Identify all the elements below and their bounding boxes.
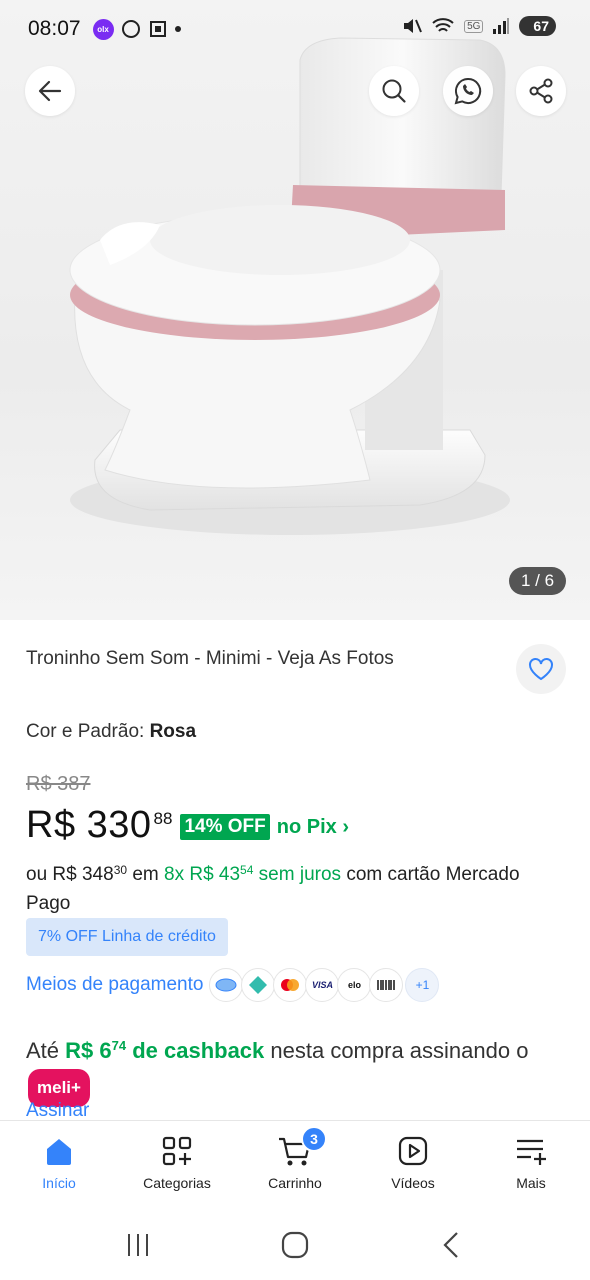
olx-app-icon: olx [92,18,114,40]
search-icon [382,79,406,103]
cart-count-badge: 3 [301,1126,327,1152]
nav-label-categories: Categorias [143,1175,211,1191]
back-button[interactable] [25,66,75,116]
variant-selector[interactable]: Cor e Padrão: Rosa [26,721,196,743]
back-system-icon[interactable] [437,1230,467,1260]
network-type-badge: 5G [464,19,484,33]
pix-link[interactable]: no Pix › [277,816,349,839]
discount-badge: 14% OFF [180,814,270,840]
payment-methods-row[interactable]: Meios de pagamento VISA elo +1 [26,968,440,1002]
installments-connector: em [127,864,164,885]
more-notifications-icon [174,26,181,32]
variant-value: Rosa [149,721,197,742]
nav-item-categories[interactable]: Categorias [118,1121,236,1210]
bottom-navigation: Início Categorias 3 Carrinho Vídeos Mais [0,1120,590,1210]
nav-item-cart[interactable]: 3 Carrinho [236,1121,354,1210]
share-button[interactable] [516,66,566,116]
elo-icon: elo [337,968,372,1002]
installments-total-cents: 30 [113,863,128,877]
nav-label-videos: Vídeos [391,1175,435,1191]
installments-count: 8x R$ 43 [164,864,241,885]
image-counter: 1 / 6 [509,567,567,595]
boleto-icon [369,968,404,1002]
video-icon [398,1136,428,1166]
battery-indicator: 67 [519,16,556,36]
nav-item-videos[interactable]: Vídeos [354,1121,472,1210]
nav-item-home[interactable]: Início [0,1121,118,1210]
heart-icon [529,658,553,681]
product-image[interactable] [0,0,590,620]
nav-label-more: Mais [516,1175,546,1191]
whatsapp-icon [454,77,482,105]
installments-text: ou R$ 34830 em 8x R$ 4354 sem juros com … [26,856,566,918]
search-button[interactable] [369,66,419,116]
installments-total: ou R$ 348 [26,864,114,885]
status-bar: 08:07 olx 5G 67 [0,0,590,58]
whatsapp-button[interactable] [443,66,493,116]
price-row: R$ 330 88 14% OFF no Pix › [26,804,349,847]
mercado-pago-icon [209,968,244,1002]
cashback-amount-cents: 74 [111,1038,127,1053]
home-icon [47,1139,71,1165]
original-price: R$ 387 [26,773,91,795]
product-title: Troninho Sem Som - Minimi - Veja As Foto… [26,648,394,669]
nav-item-more[interactable]: Mais [472,1121,590,1210]
chevron-right-icon: › [342,816,350,838]
visa-icon: VISA [305,968,340,1002]
cashback-text: Até R$ 674 de cashback nesta compra assi… [26,1028,566,1107]
pix-icon [241,968,276,1002]
screenshot-icon [149,21,166,37]
categories-icon [162,1136,192,1166]
recent-apps-icon[interactable] [123,1230,153,1260]
more-icon [517,1139,546,1165]
cashback-prefix: Até [26,1038,66,1063]
whatsapp-notification-icon [121,20,140,38]
status-time: 08:07 [28,17,81,40]
payment-methods-link[interactable]: Meios de pagamento [26,974,203,996]
cashback-amount: R$ 6 [65,1038,112,1063]
home-system-icon[interactable] [280,1230,310,1260]
cashback-suffix: nesta compra assinando o [264,1038,529,1063]
system-navigation-bar [0,1210,590,1280]
wifi-icon [432,18,454,32]
credit-line-chip[interactable]: 7% OFF Linha de crédito [26,918,228,956]
subscribe-link[interactable]: Assinar [26,1100,89,1122]
arrow-left-icon [38,80,62,102]
pix-label: no Pix [276,816,337,838]
favorite-button[interactable] [516,644,566,694]
product-image-gallery[interactable]: 1 / 6 [0,0,590,620]
no-interest-label: sem juros [253,864,342,885]
more-payment-methods[interactable]: +1 [405,968,440,1002]
nav-label-home: Início [42,1175,76,1191]
signal-icon [493,18,510,34]
share-icon [529,78,553,104]
installments-count-cents: 54 [240,863,254,877]
current-price: R$ 330 [26,804,152,846]
variant-label: Cor e Padrão: [26,721,145,742]
current-price-cents: 88 [153,809,173,828]
nav-label-cart: Carrinho [268,1175,322,1191]
payment-icons: VISA elo +1 [209,968,440,1002]
mastercard-icon [273,968,308,1002]
mute-icon [404,19,423,33]
cashback-label: de cashback [126,1038,265,1063]
